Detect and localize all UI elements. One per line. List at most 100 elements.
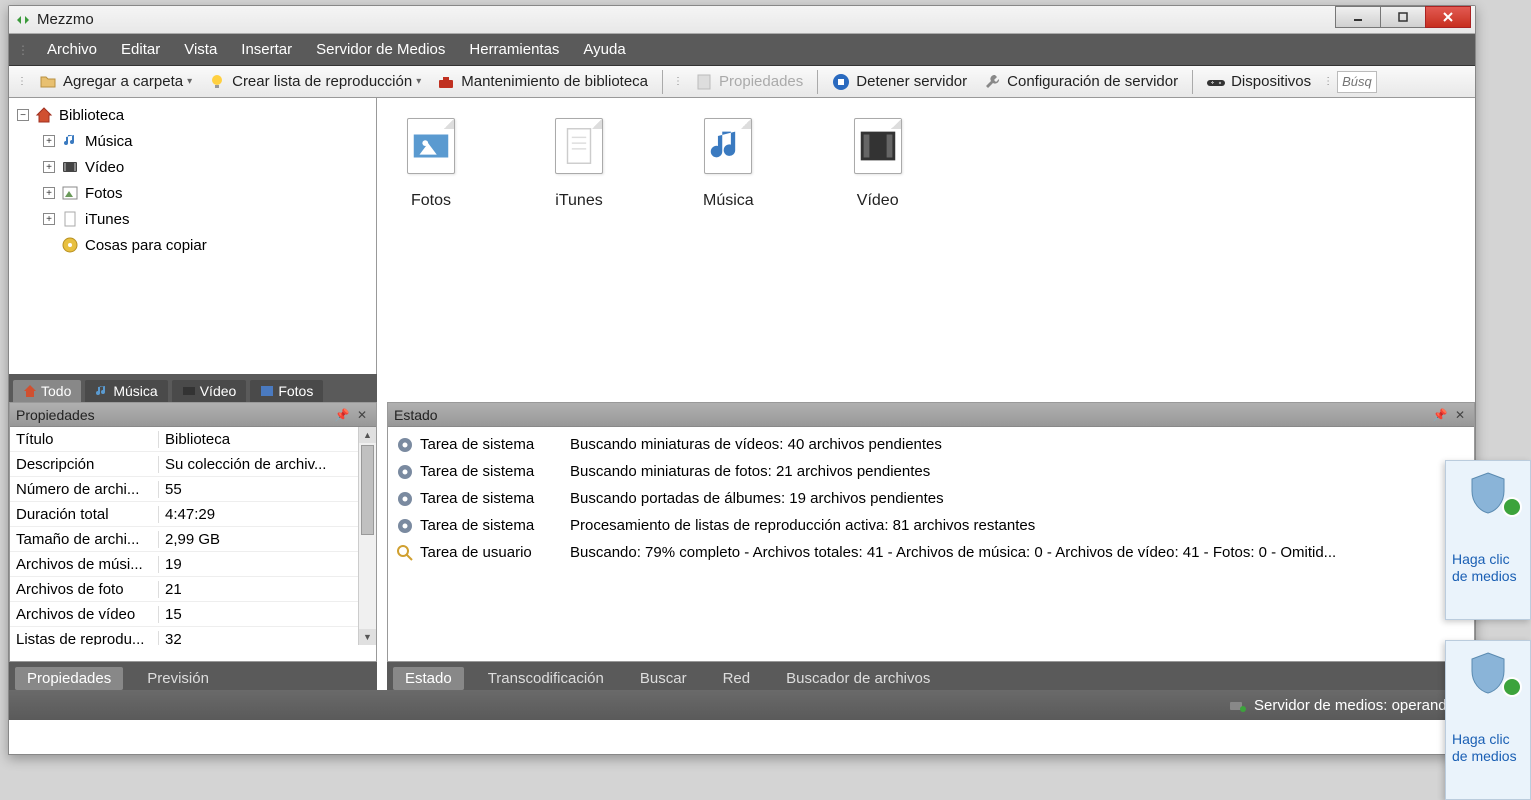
subtab-transcodificacion[interactable]: Transcodificación	[476, 667, 616, 690]
subtab-buscar[interactable]: Buscar	[628, 667, 699, 690]
properties-panel: Propiedades 📌 ✕ TítuloBibliotecaDescripc…	[9, 402, 377, 662]
property-key: Número de archi...	[10, 481, 158, 498]
content-item[interactable]: Música	[703, 118, 754, 210]
add-folder-label: Agregar a carpeta	[63, 73, 183, 90]
tree-item-fotos[interactable]: + Fotos	[9, 180, 376, 206]
subtab-estado[interactable]: Estado	[393, 667, 464, 690]
close-button[interactable]	[1425, 6, 1471, 28]
tree-item-musica[interactable]: + Música	[9, 128, 376, 154]
expand-icon[interactable]: +	[43, 135, 55, 147]
tab-label: Vídeo	[200, 383, 237, 399]
scroll-up-icon[interactable]: ▲	[359, 427, 376, 443]
property-row[interactable]: Número de archi...55	[10, 477, 376, 502]
notification-toast[interactable]: Haga clicde medios	[1445, 460, 1531, 620]
create-playlist-button[interactable]: Crear lista de reproducción ▾	[200, 71, 429, 93]
property-row[interactable]: Archivos de músi...19	[10, 552, 376, 577]
property-row[interactable]: DescripciónSu colección de archiv...	[10, 452, 376, 477]
photo-icon	[61, 184, 79, 202]
property-key: Listas de reprodu...	[10, 631, 158, 646]
properties-icon	[695, 73, 713, 91]
minimize-button[interactable]	[1335, 6, 1381, 28]
maintenance-button[interactable]: Mantenimiento de biblioteca	[429, 71, 656, 93]
notification-toast[interactable]: Haga clicde medios	[1445, 640, 1531, 800]
tab-video[interactable]: Vídeo	[172, 380, 247, 402]
toolbar-grip-icon[interactable]: ⋮	[17, 76, 27, 87]
property-row[interactable]: Tamaño de archi...2,99 GB	[10, 527, 376, 552]
property-row[interactable]: Listas de reprodu...32	[10, 627, 376, 645]
pin-icon[interactable]: 📌	[334, 407, 350, 423]
property-value: 55	[158, 481, 376, 498]
search-icon	[396, 544, 414, 562]
status-panel-title: Estado	[394, 407, 1428, 423]
statusbar: Servidor de medios: operando	[9, 690, 1475, 720]
task-message: Buscando portadas de álbumes: 19 archivo…	[560, 490, 1474, 507]
status-row[interactable]: Tarea de usuarioBuscando: 79% completo -…	[388, 539, 1474, 566]
video-icon	[854, 118, 902, 174]
property-key: Descripción	[10, 456, 158, 473]
content-item-label: Música	[703, 192, 754, 210]
library-tree: − Biblioteca + Música + Vídeo + Fotos +	[9, 98, 377, 374]
menubar-grip-icon[interactable]: ⋮	[17, 43, 29, 57]
tree-item-video[interactable]: + Vídeo	[9, 154, 376, 180]
scroll-down-icon[interactable]: ▼	[359, 629, 376, 645]
toolbar-grip-icon[interactable]: ⋮	[1323, 76, 1333, 87]
devices-button[interactable]: Dispositivos	[1199, 71, 1319, 93]
close-panel-icon[interactable]: ✕	[1452, 407, 1468, 423]
property-row[interactable]: Archivos de vídeo15	[10, 602, 376, 627]
content-item[interactable]: iTunes	[555, 118, 603, 210]
server-config-label: Configuración de servidor	[1007, 73, 1178, 90]
status-row[interactable]: Tarea de sistemaBuscando miniaturas de f…	[388, 458, 1474, 485]
menu-archivo[interactable]: Archivo	[35, 37, 109, 62]
tab-fotos[interactable]: Fotos	[250, 380, 323, 402]
menu-insertar[interactable]: Insertar	[229, 37, 304, 62]
gamepad-icon	[1207, 73, 1225, 91]
scrollbar[interactable]: ▲ ▼	[358, 427, 376, 645]
expand-icon[interactable]: +	[43, 161, 55, 173]
subtab-buscador[interactable]: Buscador de archivos	[774, 667, 942, 690]
collapse-icon[interactable]: −	[17, 109, 29, 121]
status-row[interactable]: Tarea de sistemaBuscando miniaturas de v…	[388, 431, 1474, 458]
toolbar: ⋮ Agregar a carpeta ▾ Crear lista de rep…	[9, 66, 1475, 98]
maximize-button[interactable]	[1380, 6, 1426, 28]
pin-icon[interactable]: 📌	[1432, 407, 1448, 423]
task-message: Buscando: 79% completo - Archivos totale…	[560, 544, 1474, 561]
search-input[interactable]	[1337, 71, 1377, 93]
menu-editar[interactable]: Editar	[109, 37, 172, 62]
subtab-prevision[interactable]: Previsión	[135, 667, 221, 690]
close-panel-icon[interactable]: ✕	[354, 407, 370, 423]
property-row[interactable]: TítuloBiblioteca	[10, 427, 376, 452]
titlebar[interactable]: Mezzmo	[9, 6, 1475, 34]
expand-icon[interactable]: +	[43, 187, 55, 199]
expand-icon[interactable]: +	[43, 213, 55, 225]
tab-musica[interactable]: Música	[85, 380, 167, 402]
stop-server-button[interactable]: Detener servidor	[824, 71, 975, 93]
content-item-label: Fotos	[411, 192, 451, 210]
music-icon	[61, 132, 79, 150]
menu-ayuda[interactable]: Ayuda	[571, 37, 637, 62]
menu-servidor[interactable]: Servidor de Medios	[304, 37, 457, 62]
checkmark-icon	[1502, 677, 1522, 697]
add-folder-button[interactable]: Agregar a carpeta ▾	[31, 71, 200, 93]
tree-root[interactable]: − Biblioteca	[9, 102, 376, 128]
menu-vista[interactable]: Vista	[172, 37, 229, 62]
file-icon	[555, 118, 603, 174]
photo-icon	[260, 384, 274, 398]
tree-item-cosas[interactable]: Cosas para copiar	[9, 232, 376, 258]
server-config-button[interactable]: Configuración de servidor	[975, 71, 1186, 93]
property-row[interactable]: Archivos de foto21	[10, 577, 376, 602]
property-key: Tamaño de archi...	[10, 531, 158, 548]
property-row[interactable]: Duración total4:47:29	[10, 502, 376, 527]
menu-herramientas[interactable]: Herramientas	[457, 37, 571, 62]
tree-item-itunes[interactable]: + iTunes	[9, 206, 376, 232]
subtab-propiedades[interactable]: Propiedades	[15, 667, 123, 690]
tab-todo[interactable]: Todo	[13, 380, 81, 402]
content-item[interactable]: Vídeo	[854, 118, 902, 210]
status-row[interactable]: Tarea de sistemaProcesamiento de listas …	[388, 512, 1474, 539]
status-row[interactable]: Tarea de sistemaBuscando portadas de álb…	[388, 485, 1474, 512]
scroll-thumb[interactable]	[361, 445, 374, 535]
video-icon	[182, 384, 196, 398]
subtab-red[interactable]: Red	[711, 667, 763, 690]
content-item[interactable]: Fotos	[407, 118, 455, 210]
content-view[interactable]: Fotos iTunes Música Vídeo	[377, 98, 1475, 374]
toolbar-grip-icon[interactable]: ⋮	[673, 76, 683, 87]
